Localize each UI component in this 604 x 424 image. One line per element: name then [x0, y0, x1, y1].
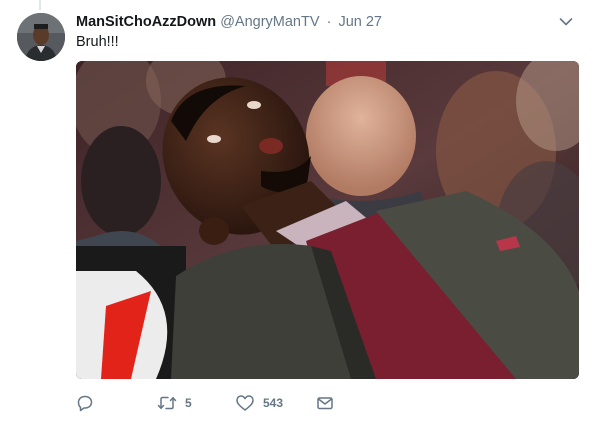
direct-message-button[interactable]: [316, 392, 334, 414]
tweet-text: Bruh!!!: [76, 34, 119, 50]
avatar[interactable]: [17, 13, 65, 61]
thread-connector-line: [39, 0, 41, 10]
display-name[interactable]: ManSitChoAzzDown: [76, 14, 216, 30]
separator-dot: ·: [326, 14, 332, 30]
tweet[interactable]: ManSitChoAzzDown @AngryManTV · Jun 27 Br…: [0, 0, 604, 424]
envelope-icon: [316, 394, 334, 412]
reply-icon: [76, 394, 94, 412]
retweet-button[interactable]: 5: [157, 392, 192, 414]
retweet-count: 5: [185, 396, 192, 410]
chevron-down-icon[interactable]: [558, 14, 574, 30]
retweet-icon: [157, 394, 177, 412]
like-button[interactable]: 543: [235, 392, 283, 414]
tweet-photo[interactable]: [76, 61, 579, 379]
like-count: 543: [263, 396, 284, 410]
tweet-actions: 5 543: [76, 392, 604, 414]
heart-icon: [235, 394, 255, 412]
user-handle[interactable]: @AngryManTV: [220, 14, 319, 30]
tweet-header: ManSitChoAzzDown @AngryManTV · Jun 27: [76, 12, 564, 32]
reply-button[interactable]: [76, 392, 94, 414]
tweet-date[interactable]: Jun 27: [338, 14, 382, 30]
